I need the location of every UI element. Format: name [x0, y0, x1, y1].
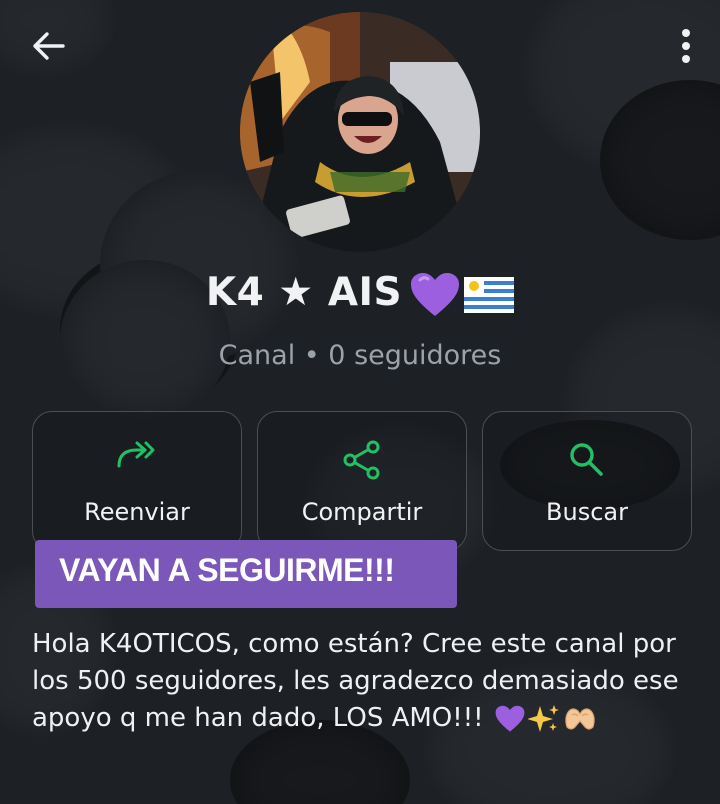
pinned-banner-text: VAYAN A SEGUIRME!!!: [59, 552, 395, 588]
share-label: Compartir: [301, 498, 423, 526]
search-icon: [570, 443, 603, 476]
channel-description: Hola K4OTICOS, como están? Cree este can…: [32, 626, 702, 737]
share-button[interactable]: Compartir: [257, 411, 467, 551]
share-icon: [343, 440, 380, 480]
uruguay-flag-icon: [464, 276, 515, 313]
sparkles-icon: [527, 704, 559, 732]
more-options-button[interactable]: [674, 24, 698, 68]
channel-avatar[interactable]: [240, 12, 480, 252]
avatar-image: [240, 12, 480, 252]
forward-label: Reenviar: [84, 498, 190, 526]
channel-subtitle: Canal • 0 seguidores: [218, 340, 502, 371]
purple-heart-icon: [495, 705, 525, 732]
channel-name: K4 ★ AӀS: [0, 270, 720, 318]
search-button[interactable]: Buscar: [482, 411, 692, 551]
more-vert-icon: [682, 29, 690, 63]
pinned-banner: VAYAN A SEGUIRME!!!: [35, 540, 457, 608]
back-button[interactable]: [26, 26, 70, 66]
action-buttons: Reenviar Compartir Buscar: [32, 411, 692, 551]
heart-hands-icon: [565, 707, 595, 730]
search-label: Buscar: [546, 498, 628, 526]
forward-icon: [117, 441, 155, 468]
forward-button[interactable]: Reenviar: [32, 411, 242, 551]
back-arrow-icon: [33, 32, 65, 60]
channel-name-text: K4 ★ AӀS: [205, 270, 403, 315]
purple-heart-icon: [411, 272, 460, 316]
